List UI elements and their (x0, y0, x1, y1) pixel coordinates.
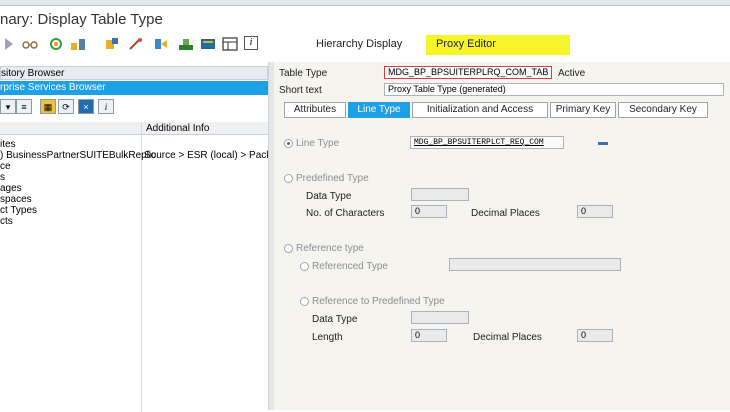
decimal-places-field[interactable]: 0 (577, 205, 613, 218)
data-type-label-2: Data Type (312, 314, 358, 325)
title-bar: nary: Display Table Type (0, 6, 730, 32)
left-navigation-panel: sitory Browser rprise Services Browser ▾… (0, 62, 272, 412)
hierarchy-display-button[interactable]: Hierarchy Display (316, 38, 402, 50)
table-type-field[interactable]: MDG_BP_BPSUITERPLRQ_COM_TAB (384, 66, 552, 79)
data-type-field-2[interactable] (411, 311, 469, 324)
tree-item[interactable]: cts (0, 216, 13, 227)
repository-browser-item[interactable]: sitory Browser (0, 66, 268, 80)
referenced-type-label: Referenced Type (312, 261, 388, 272)
decimal-places-label: Decimal Places (471, 208, 540, 219)
refresh-icon[interactable]: ⟳ (58, 99, 74, 114)
no-of-characters-label: No. of Characters (306, 208, 385, 219)
hierarchy-icon[interactable] (70, 36, 86, 52)
other-object-icon[interactable] (178, 36, 194, 52)
close-icon[interactable]: × (78, 99, 94, 114)
navigation-icon[interactable] (152, 36, 168, 52)
status-text: Active (558, 68, 586, 79)
tree-column-header: Additional Info (0, 122, 268, 135)
referenced-type-radio[interactable] (300, 262, 309, 271)
info-icon[interactable]: i (98, 99, 114, 114)
window-title: nary: Display Table Type (0, 11, 163, 28)
tree-item-info: Source > ESR (local) > Pack (144, 150, 272, 161)
predefined-type-radio[interactable] (284, 174, 293, 183)
data-type-label: Data Type (306, 191, 352, 202)
activate-icon[interactable] (48, 36, 64, 52)
magic-wand-icon[interactable] (128, 36, 144, 52)
tab-line-type[interactable]: Line Type (348, 102, 410, 118)
data-type-field[interactable] (411, 188, 469, 201)
grid-icon[interactable]: ▦ (40, 99, 56, 114)
layout-icon[interactable] (222, 36, 238, 52)
editor-panel: Table Type MDG_BP_BPSUITERPLRQ_COM_TAB A… (274, 62, 730, 410)
enterprise-services-browser-item[interactable]: rprise Services Browser (0, 81, 268, 95)
line-type-icon[interactable] (598, 142, 608, 145)
tab-primary-key[interactable]: Primary Key (550, 102, 616, 118)
proxy-editor-button[interactable]: Proxy Editor (436, 38, 496, 50)
reference-type-radio[interactable] (284, 244, 293, 253)
collapse-icon[interactable]: ▾ (0, 99, 16, 114)
table-type-label: Table Type (279, 68, 328, 79)
tree-item[interactable]: ) BusinessPartnerSUITEBulkReplic (0, 150, 156, 161)
length-field[interactable]: 0 (411, 329, 447, 342)
short-text-field[interactable]: Proxy Table Type (generated) (384, 83, 724, 96)
tree-item[interactable]: spaces (0, 194, 32, 205)
line-type-label: Line Type (296, 138, 340, 149)
additional-info-column-header: Additional Info (146, 123, 210, 134)
reference-to-predefined-radio[interactable] (300, 297, 309, 306)
reference-to-predefined-label: Reference to Predefined Type (312, 296, 445, 307)
line-type-field[interactable]: MDG_BP_BPSUITERPLCT_REQ_COM (410, 136, 564, 149)
reference-type-label: Reference type (296, 243, 364, 254)
no-of-characters-field[interactable]: 0 (411, 205, 447, 218)
list-icon[interactable]: ≡ (16, 99, 32, 114)
referenced-type-field[interactable] (449, 258, 621, 271)
tree-item[interactable]: ites (0, 139, 16, 150)
decimal-places-label-2: Decimal Places (473, 332, 542, 343)
tree-item[interactable]: ages (0, 183, 22, 194)
decimal-places-field-2[interactable]: 0 (577, 329, 613, 342)
tree-item[interactable]: ct Types (0, 205, 37, 216)
tree-item[interactable]: s (0, 172, 5, 183)
predefined-type-label: Predefined Type (296, 173, 369, 184)
back-arrow-icon[interactable] (0, 36, 16, 52)
table-icon[interactable] (200, 36, 216, 52)
application-toolbar: i Hierarchy Display Proxy Editor (0, 32, 730, 58)
left-toolbar: ▾ ≡ ▦ ⟳ × i (0, 98, 268, 116)
info-icon[interactable]: i (244, 36, 258, 50)
tab-secondary-key[interactable]: Secondary Key (618, 102, 708, 118)
tab-initialization-and-access[interactable]: Initialization and Access (412, 102, 548, 118)
tab-attributes[interactable]: Attributes (284, 102, 346, 118)
line-type-radio[interactable] (284, 139, 293, 148)
column-divider (141, 122, 142, 412)
where-used-icon[interactable] (104, 36, 120, 52)
length-label: Length (312, 332, 343, 343)
short-text-label: Short text (279, 85, 322, 96)
glasses-icon[interactable] (22, 36, 38, 52)
tree-item[interactable]: ce (0, 161, 11, 172)
